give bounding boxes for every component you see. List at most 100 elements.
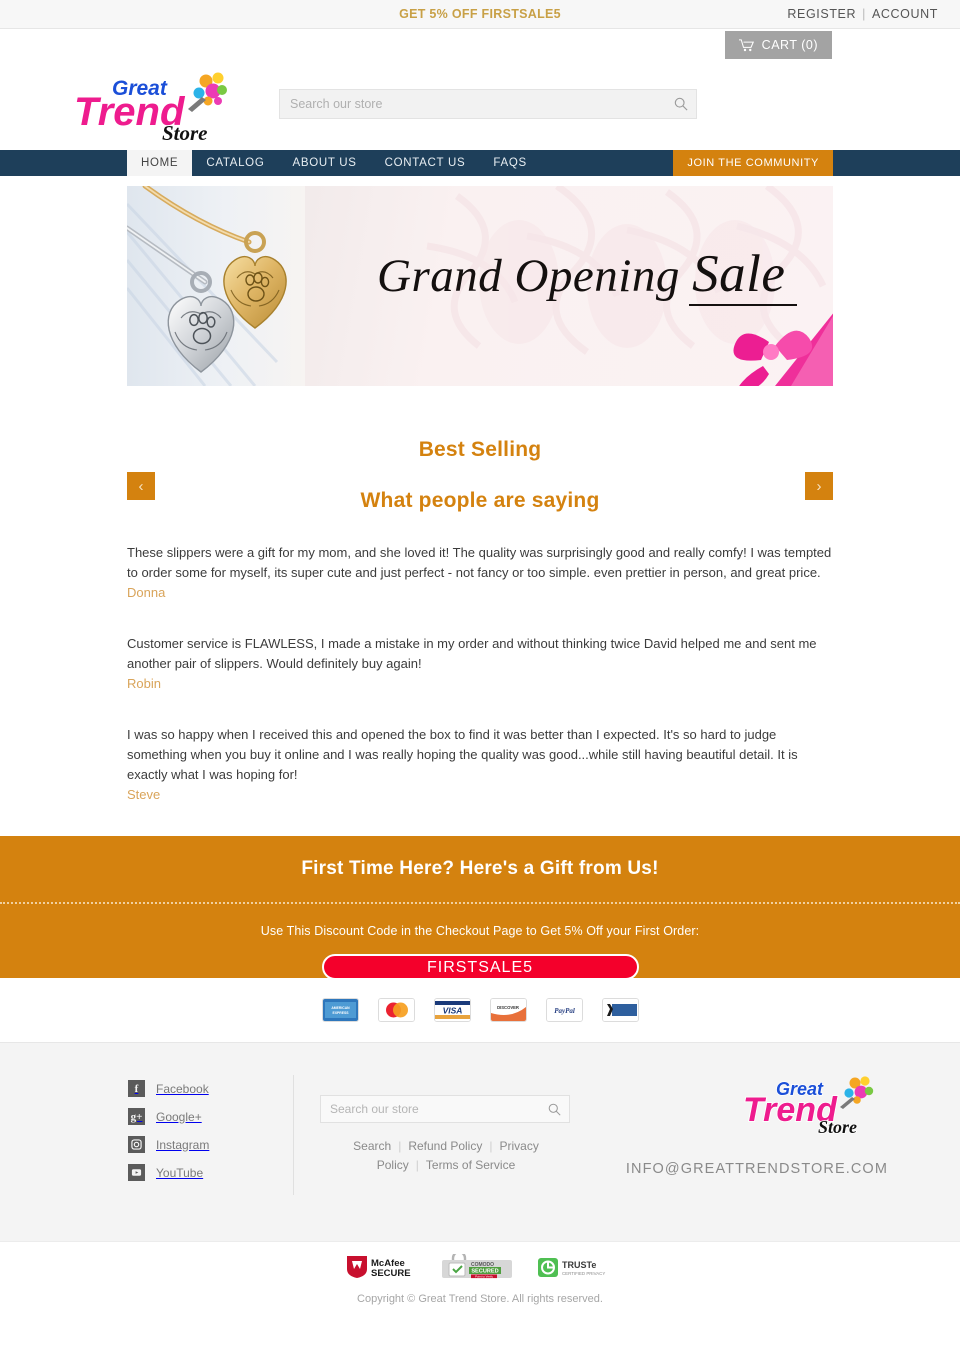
testimonial-text: Customer service is FLAWLESS, I made a m… xyxy=(127,636,817,671)
pink-ribbon-bow-icon xyxy=(733,313,833,386)
account-link[interactable]: ACCOUNT xyxy=(872,7,938,21)
cart-row: CART (0) xyxy=(0,29,960,65)
svg-text:TRUSTe: TRUSTe xyxy=(562,1260,596,1270)
search-input[interactable] xyxy=(280,97,666,111)
testimonial-author: Steve xyxy=(127,787,161,802)
social-label: YouTube xyxy=(156,1165,204,1180)
testimonial-item: Customer service is FLAWLESS, I made a m… xyxy=(127,634,833,694)
american-express-icon: AMERICAN EXPRESS xyxy=(321,998,359,1022)
register-link[interactable]: REGISTER xyxy=(787,7,856,21)
footer-email[interactable]: INFO@GREATTRENDSTORE.COM xyxy=(626,1161,888,1177)
site-header: Great Trend Store xyxy=(0,65,960,150)
social-label: Facebook xyxy=(156,1081,209,1096)
comodo-secured-badge: COMODO SECURED Point to Verify xyxy=(441,1250,513,1285)
testimonials-list: These slippers were a gift for my mom, a… xyxy=(127,543,833,805)
footer-link-refund-policy[interactable]: Refund Policy xyxy=(408,1139,482,1153)
main-content: Best Selling ‹ › What people are saying … xyxy=(127,386,833,805)
footer-logo-word-store: Store xyxy=(818,1117,857,1137)
footer-social-links: f Facebook g+ Google+ Instagram YouTube xyxy=(128,1080,209,1192)
mcafee-secure-badge: McAfee SECURE xyxy=(345,1254,417,1285)
gift-dotted-divider xyxy=(0,902,960,904)
logo-artwork: Great Trend Store xyxy=(73,72,227,146)
cart-button[interactable]: CART (0) xyxy=(724,31,832,59)
footer-links: Search | Refund Policy | Privacy Policy | Term… xyxy=(320,1137,572,1175)
carousel-next-button[interactable]: › xyxy=(805,472,833,500)
site-logo[interactable]: Great Trend Store xyxy=(70,69,245,147)
trust-badge-bar: McAfee SECURE COMODO SECURED Point to Ve… xyxy=(0,1241,960,1312)
footer-divider xyxy=(293,1075,294,1195)
svg-text:PayPal: PayPal xyxy=(554,1007,575,1015)
testimonial-author: Robin xyxy=(127,676,161,691)
footer-link-search[interactable]: Search xyxy=(353,1139,391,1153)
discount-code-button[interactable]: FIRSTSALE5 xyxy=(321,954,639,980)
svg-text:VISA: VISA xyxy=(442,1006,462,1016)
link-divider: | xyxy=(489,1139,493,1153)
svg-text:DISCOVER: DISCOVER xyxy=(497,1005,519,1010)
svg-text:EXPRESS: EXPRESS xyxy=(332,1011,349,1015)
visa-icon: VISA xyxy=(433,998,471,1022)
footer-center-column: Search|Refund Policy|Privacy Policy|Term… xyxy=(320,1095,572,1175)
paypal-icon: PayPal xyxy=(545,998,583,1022)
logo-balloons xyxy=(188,72,227,112)
hero-banner-area: Grand Opening Sale xyxy=(0,176,960,386)
facebook-icon: f xyxy=(128,1080,145,1097)
carousel-prev-button[interactable]: ‹ xyxy=(127,472,155,500)
nav-item-faqs[interactable]: FAQS xyxy=(479,150,540,176)
truste-badge: TRUSTe CERTIFIED PRIVACY xyxy=(537,1254,615,1285)
header-search[interactable] xyxy=(279,89,697,119)
cart-label: CART (0) xyxy=(761,38,818,52)
testimonial-text: I was so happy when I received this and … xyxy=(127,727,798,782)
testimonial-text: These slippers were a gift for my mom, a… xyxy=(127,545,832,580)
search-icon xyxy=(674,97,688,111)
instagram-icon xyxy=(128,1136,145,1153)
nav-item-home[interactable]: HOME xyxy=(127,150,193,176)
join-the-community-button[interactable]: JOIN THE COMMUNITY xyxy=(673,150,833,176)
nav-item-about-us[interactable]: ABOUT US xyxy=(278,150,370,176)
footer-search-submit-button[interactable] xyxy=(539,1095,569,1123)
nav-item-contact-us[interactable]: CONTACT US xyxy=(371,150,480,176)
svg-text:CERTIFIED PRIVACY: CERTIFIED PRIVACY xyxy=(562,1271,605,1276)
social-label: Instagram xyxy=(156,1137,210,1152)
footer-search[interactable] xyxy=(320,1095,570,1123)
google-plus-icon: g+ xyxy=(128,1108,145,1125)
main-navigation: HOME CATALOG ABOUT US CONTACT US FAQS JO… xyxy=(0,150,960,176)
svg-text:AMERICAN: AMERICAN xyxy=(331,1006,350,1010)
first-time-gift-banner: First Time Here? Here's a Gift from Us! … xyxy=(0,836,960,980)
link-divider: | xyxy=(398,1139,402,1153)
footer-logo-artwork: Great Trend Store xyxy=(742,1076,874,1138)
page-root: GET 5% OFF FIRSTSALE5 REGISTER | ACCOUNT C… xyxy=(0,0,960,1312)
social-link-google-plus[interactable]: g+ Google+ xyxy=(128,1108,209,1125)
hero-banner[interactable]: Grand Opening Sale xyxy=(127,186,833,386)
svg-text:SECURE: SECURE xyxy=(371,1268,411,1279)
gift-heading: First Time Here? Here's a Gift from Us! xyxy=(301,858,659,879)
gift-subheading: Use This Discount Code in the Checkout P… xyxy=(260,924,700,938)
nav-item-catalog[interactable]: CATALOG xyxy=(192,150,278,176)
banner-headline: Grand Opening Sale xyxy=(377,244,797,304)
testimonial-item: I was so happy when I received this and … xyxy=(127,725,833,805)
account-links: REGISTER | ACCOUNT xyxy=(787,0,938,29)
top-utility-bar: GET 5% OFF FIRSTSALE5 REGISTER | ACCOUNT xyxy=(0,0,960,29)
testimonial-author: Donna xyxy=(127,585,166,600)
footer-link-terms-of-service[interactable]: Terms of Service xyxy=(426,1158,515,1172)
payment-methods: AMERICAN EXPRESS VISA DISCOVER PayPal xyxy=(0,978,960,1042)
best-selling-heading: Best Selling xyxy=(418,438,542,461)
site-footer: f Facebook g+ Google+ Instagram YouTube … xyxy=(0,1042,960,1241)
social-label: Google+ xyxy=(156,1109,202,1124)
youtube-icon xyxy=(128,1164,145,1181)
banner-headline-accent: Sale xyxy=(692,245,786,303)
footer-logo[interactable]: Great Trend Store xyxy=(740,1073,888,1139)
cart-icon xyxy=(738,38,754,51)
testimonial-item: These slippers were a gift for my mom, a… xyxy=(127,543,833,603)
banner-headline-main: Grand Opening xyxy=(377,250,693,302)
svg-text:Point to Verify: Point to Verify xyxy=(475,1275,493,1279)
social-link-instagram[interactable]: Instagram xyxy=(128,1136,209,1153)
search-submit-button[interactable] xyxy=(666,90,696,118)
social-link-youtube[interactable]: YouTube xyxy=(128,1164,209,1181)
logo-word-store: Store xyxy=(162,121,208,145)
link-divider: | xyxy=(415,1158,419,1172)
testimonials-heading: What people are saying xyxy=(360,489,600,512)
social-link-facebook[interactable]: f Facebook xyxy=(128,1080,209,1097)
footer-search-input[interactable] xyxy=(321,1102,539,1116)
copyright-text: Copyright © Great Trend Store. All right… xyxy=(357,1293,603,1305)
mastercard-icon xyxy=(377,998,415,1022)
